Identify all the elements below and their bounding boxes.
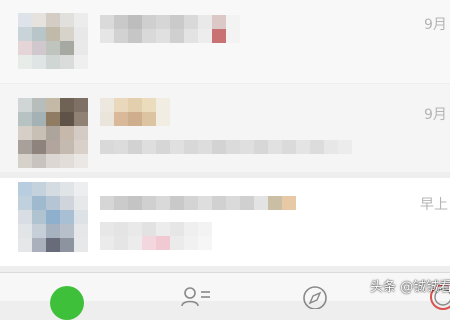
chat-avatar bbox=[18, 98, 88, 168]
chat-time: 早上 bbox=[420, 197, 448, 213]
chat-row[interactable]: 早上 bbox=[0, 178, 450, 266]
chat-name-blurred bbox=[100, 98, 170, 126]
chat-name-blurred bbox=[100, 15, 240, 43]
contacts-icon[interactable] bbox=[181, 286, 211, 306]
chat-name-blurred bbox=[100, 196, 296, 210]
chat-preview-blurred bbox=[100, 140, 352, 154]
chat-avatar bbox=[18, 13, 88, 69]
chat-time: 9月 bbox=[424, 107, 447, 123]
chat-avatar bbox=[18, 182, 88, 252]
watermark: 头条 @铖铖看 bbox=[370, 280, 450, 295]
chat-icon[interactable] bbox=[50, 286, 84, 320]
chat-list: 9月 9月 早上 bbox=[0, 0, 450, 268]
chat-time: 9月 bbox=[424, 17, 447, 33]
discover-icon[interactable] bbox=[300, 285, 330, 309]
chat-row[interactable]: 9月 bbox=[0, 0, 450, 83]
chat-preview-blurred bbox=[100, 222, 212, 250]
chat-row[interactable]: 9月 bbox=[0, 84, 450, 172]
